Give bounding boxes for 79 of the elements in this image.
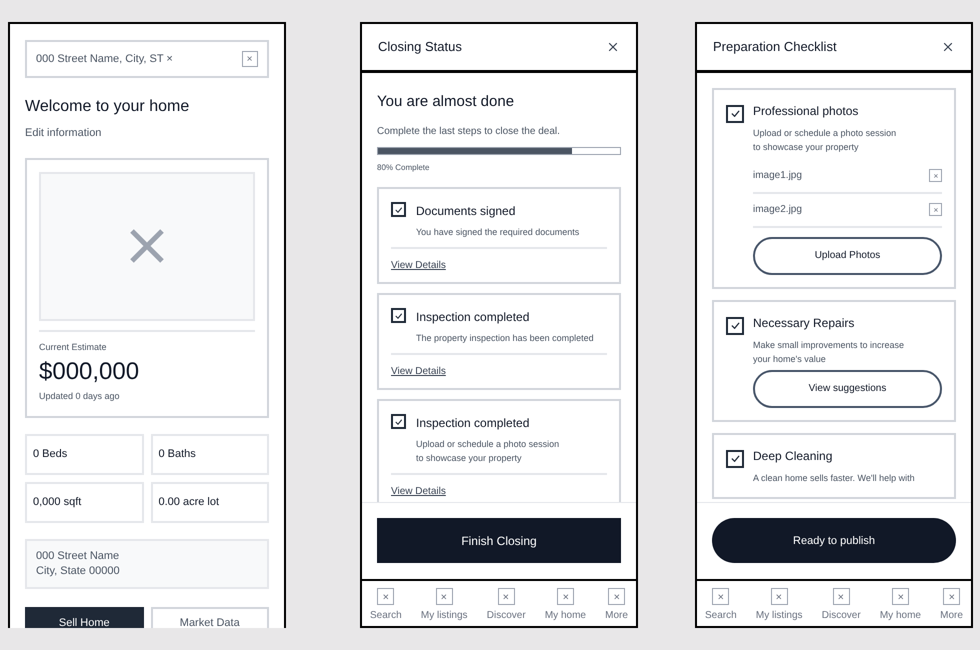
finish-closing-button[interactable]: Finish Closing (377, 518, 621, 564)
check-icon (394, 418, 402, 425)
address-line: 000 Street Name (36, 548, 120, 564)
tab-bar-item[interactable]: More (605, 588, 628, 624)
item-title: Deep Cleaning (753, 448, 834, 465)
placeholder-icon (943, 588, 960, 606)
step-title: Inspection completed (416, 309, 530, 326)
fact-tile: 0 Baths (150, 434, 269, 474)
checkbox[interactable] (391, 308, 406, 324)
check-icon (730, 110, 740, 118)
page-title: Welcome to your home (25, 97, 190, 117)
checkbox[interactable] (391, 202, 406, 218)
action-button[interactable]: Market Data (150, 606, 269, 628)
tab-bar-item[interactable]: Discover (486, 588, 526, 624)
placeholder-icon (608, 588, 626, 606)
check-icon (394, 206, 402, 213)
tab-bar-item[interactable]: My home (880, 588, 921, 624)
placeholder-icon (498, 588, 515, 606)
item-description: A clean home sells faster. We'll help with (753, 472, 916, 485)
step-title: Inspection completed (416, 415, 530, 432)
check-icon (394, 312, 402, 319)
screen-title: Closing Status (378, 38, 462, 56)
updated-text: Updated 0 days ago (39, 390, 121, 403)
file-name: image2.jpg (753, 203, 802, 218)
placeholder-icon (436, 588, 453, 606)
estimate-label: Current Estimate (39, 340, 108, 354)
publish-button[interactable]: Ready to publish (712, 518, 956, 564)
address-field[interactable]: 000 Street Name, City, ST × (25, 40, 269, 78)
edit-link[interactable]: Edit information (25, 125, 269, 142)
fact-tile: 0.00 acre lot (150, 482, 269, 522)
item-title: Professional photos (753, 102, 860, 120)
check-icon (730, 455, 740, 462)
placeholder-icon (712, 588, 730, 606)
fact-tile: 0,000 sqft (25, 482, 144, 522)
remove-icon[interactable] (929, 169, 942, 182)
item-title: Necessary Repairs (753, 314, 856, 332)
item-description: to showcase your property (753, 140, 860, 154)
checkbox[interactable] (726, 450, 744, 468)
tab-bar-item[interactable]: My listings (420, 588, 468, 624)
step-description: You have signed the required documents (416, 226, 580, 240)
view-details-link[interactable]: View Details (391, 484, 446, 500)
view-details-link[interactable]: View Details (391, 364, 446, 380)
address-line: City, State 00000 (36, 564, 121, 578)
step-description: Upload or schedule a photo session (416, 438, 560, 452)
tab-bar-item[interactable]: More (940, 588, 963, 624)
clear-icon[interactable] (242, 51, 258, 67)
view-details-link[interactable]: View Details (391, 258, 446, 274)
x-icon (129, 228, 165, 264)
tab-bar-item[interactable]: Discover (822, 588, 861, 624)
fact-tile: 0 Beds (25, 434, 144, 474)
tab-bar-item[interactable]: Search (370, 588, 402, 624)
heading: You are almost done (377, 92, 516, 112)
checkbox[interactable] (726, 316, 744, 335)
placeholder-icon (832, 588, 850, 606)
step-title: Documents signed (416, 203, 516, 220)
screen-title: Preparation Checklist (713, 38, 837, 56)
checkbox[interactable] (726, 104, 744, 123)
check-icon (730, 322, 740, 330)
placeholder-icon (556, 588, 574, 606)
action-button[interactable]: Sell Home (25, 606, 144, 628)
subtitle: Complete the last steps to close the deal. (377, 125, 561, 140)
placeholder-icon (377, 588, 394, 606)
checkbox[interactable] (391, 414, 406, 430)
placeholder-icon (892, 588, 909, 606)
placeholder-icon (770, 588, 788, 606)
step-description: to showcase your property (416, 452, 523, 466)
progress-reading: 80% Complete (377, 162, 430, 174)
item-description: Make small improvements to increase (753, 338, 906, 352)
remove-icon[interactable] (929, 203, 942, 216)
step-description: The property inspection has been completed (416, 332, 594, 346)
outline-button[interactable]: View suggestions (753, 370, 942, 408)
file-name: image1.jpg (753, 169, 802, 184)
tab-bar-item[interactable]: My listings (756, 588, 803, 624)
item-description: Upload or schedule a photo session (753, 126, 898, 140)
tab-bar-item[interactable]: Search (705, 588, 737, 624)
item-description: your home's value (753, 352, 827, 366)
outline-button[interactable]: Upload Photos (753, 236, 942, 275)
estimate-value: $000,000 (39, 358, 140, 386)
tab-bar-item[interactable]: My home (544, 588, 586, 624)
